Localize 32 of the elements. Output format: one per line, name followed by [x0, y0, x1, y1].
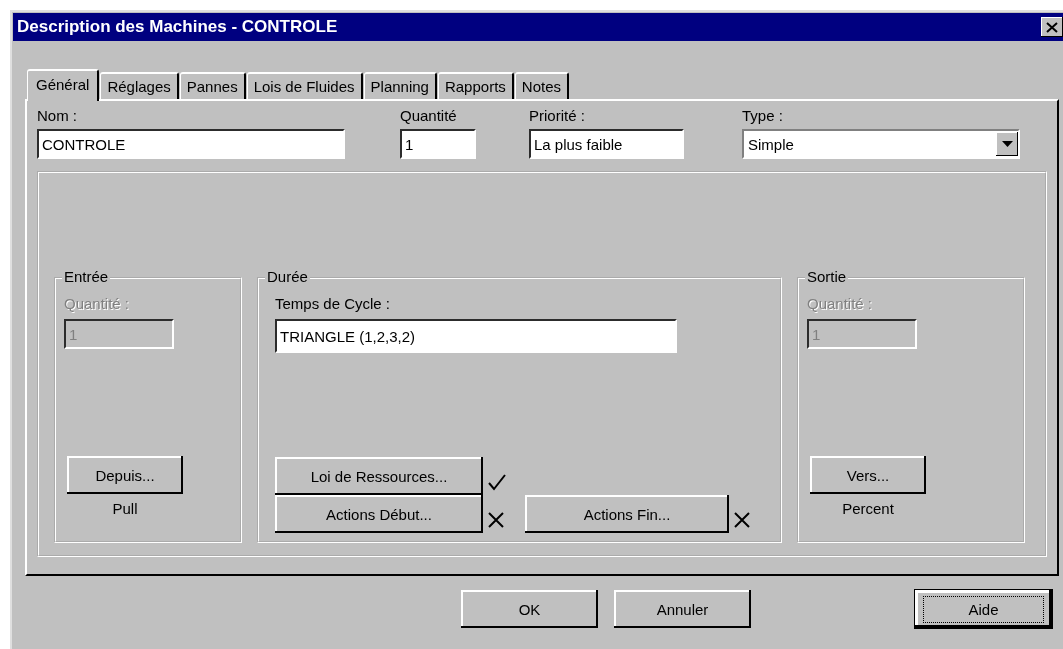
field-label: Nom : [37, 107, 78, 125]
mode-label: Pull [111, 500, 139, 517]
field-label: Priorité : [529, 107, 586, 125]
action-button[interactable]: Loi de Ressources... [275, 457, 483, 495]
field-label: Type : [742, 107, 784, 125]
dialog-button[interactable]: Aide [915, 590, 1052, 628]
tab[interactable]: Pannes [179, 72, 246, 99]
action-button[interactable]: Actions Fin... [525, 495, 729, 533]
tab[interactable]: Rapports [437, 72, 514, 99]
priority-field[interactable]: La plus faible [529, 129, 684, 159]
name-field[interactable]: CONTROLE [37, 129, 345, 159]
cycle-time-field[interactable]: TRIANGLE (1,2,3,2) [275, 319, 677, 353]
field-label: Quantité [400, 107, 458, 125]
field-label: Quantité : [807, 295, 874, 313]
quantity-field[interactable]: 1 [400, 129, 476, 159]
mode-label: Percent [841, 500, 895, 517]
close-icon [1046, 21, 1058, 33]
tab[interactable]: Réglages [100, 72, 179, 99]
dropdown-button[interactable] [996, 132, 1018, 156]
caret-icon [1001, 141, 1013, 147]
field-label: Quantité : [64, 295, 131, 313]
tab[interactable]: Général [27, 69, 100, 101]
field-label: Temps de Cycle : [275, 295, 392, 313]
close-button[interactable] [1041, 17, 1063, 37]
tab[interactable]: Notes [514, 72, 569, 99]
dialog-button[interactable]: OK [461, 590, 598, 628]
window-title: Description des Machines - CONTROLE [17, 17, 338, 37]
dialog-button[interactable]: Annuler [614, 590, 751, 628]
tab[interactable]: Planning [363, 72, 437, 99]
action-button[interactable]: Actions Début... [275, 495, 483, 533]
type-dropdown[interactable]: Simple [742, 129, 1020, 159]
tab[interactable]: Lois de Fluides [246, 72, 363, 99]
